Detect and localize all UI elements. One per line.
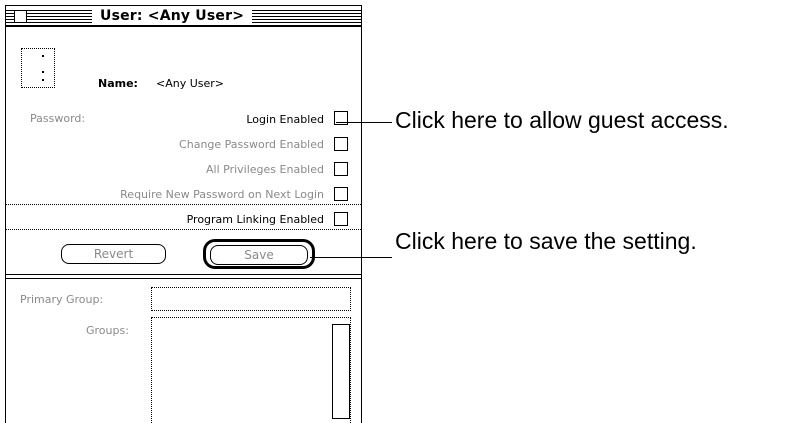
save-button[interactable]: Save [210,245,308,265]
require-new-password-label: Require New Password on Next Login [120,188,324,201]
primary-group-field[interactable] [151,287,351,311]
program-linking-checkbox[interactable] [334,212,348,226]
section-divider [6,274,361,279]
all-privileges-label: All Privileges Enabled [206,163,324,176]
change-password-label: Change Password Enabled [179,138,324,151]
groups-scrollbar[interactable] [332,324,350,419]
groups-label: Groups: [86,324,129,337]
guest-access-callout: Click here to allow guest access. [395,107,729,133]
primary-group-label: Primary Group: [20,293,104,306]
login-enabled-label: Login Enabled [246,113,324,126]
revert-button[interactable]: Revert [61,244,166,264]
window-title: User: <Any User> [92,7,253,25]
all-privileges-checkbox[interactable] [334,162,348,176]
groups-list[interactable] [151,317,351,423]
user-window: User: <Any User> Name: <Any User> Passwo… [5,5,362,423]
change-password-checkbox[interactable] [334,137,348,151]
require-new-password-checkbox[interactable] [334,187,348,201]
close-box-icon[interactable] [14,10,27,23]
guest-access-callout-line [336,122,392,123]
name-value: <Any User> [156,77,225,90]
program-linking-label: Program Linking Enabled [186,213,324,226]
divider [6,229,361,230]
name-label: Name: [98,77,138,90]
save-callout: Click here to save the setting. [395,228,697,254]
title-bar[interactable]: User: <Any User> [6,6,361,27]
user-icon [21,48,55,88]
save-callout-line [310,257,392,258]
password-label: Password: [30,112,86,125]
divider [6,204,361,205]
